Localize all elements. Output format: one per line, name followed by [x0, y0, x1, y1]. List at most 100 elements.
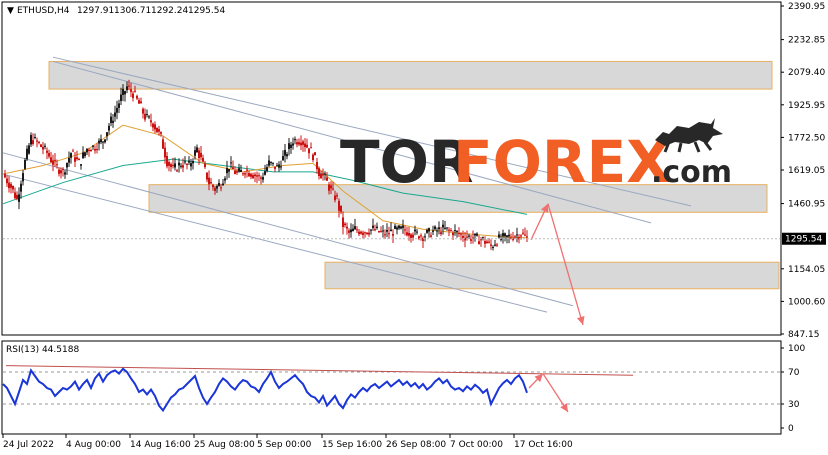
price-axis-label: 847.15	[788, 330, 820, 340]
candle-body	[318, 168, 320, 176]
candle-body	[316, 162, 318, 170]
candle-body	[16, 194, 18, 199]
candle-body	[146, 113, 148, 115]
candle-body	[442, 224, 444, 228]
candle-body	[432, 230, 434, 232]
candle-body	[166, 156, 168, 167]
candle-body	[138, 100, 140, 104]
candle-body	[270, 162, 272, 164]
candle-body	[212, 184, 214, 188]
candle-body	[196, 147, 198, 153]
candle-body	[80, 164, 82, 166]
candle-body	[514, 236, 516, 238]
candle-body	[282, 155, 284, 161]
candle-body	[106, 132, 108, 137]
candle-body	[362, 232, 364, 235]
candle-body	[122, 88, 124, 95]
candle-body	[250, 173, 252, 177]
rsi-pane[interactable]	[1, 340, 782, 435]
candle-body	[182, 165, 184, 168]
candle-body	[190, 163, 192, 167]
candle-body	[232, 167, 234, 170]
candle-body	[328, 184, 330, 191]
price-axis-label: 1619.05	[788, 166, 825, 176]
candle-body	[194, 150, 196, 156]
candle-body	[118, 103, 120, 108]
candle-body	[274, 166, 276, 169]
candle-body	[132, 93, 134, 99]
rsi-axis-label: 30	[788, 400, 800, 410]
candle-body	[254, 174, 256, 177]
candle-body	[412, 234, 414, 238]
candle-body	[40, 144, 42, 147]
candle-body	[526, 236, 528, 238]
time-axis-label: 5 Sep 00:00	[257, 440, 312, 450]
candle-body	[44, 145, 46, 147]
candle-body	[388, 233, 390, 235]
candle-body	[500, 239, 502, 241]
candle-body	[468, 235, 470, 237]
candle-body	[346, 226, 348, 229]
candle-body	[216, 186, 218, 189]
candle-body	[280, 166, 282, 168]
candle-body	[524, 234, 526, 236]
high-value: 1306.71	[114, 6, 151, 16]
candle-body	[462, 235, 464, 238]
candle-body	[350, 229, 352, 233]
candle-body	[446, 227, 448, 229]
candle-body	[402, 225, 404, 228]
candle-body	[266, 167, 268, 171]
candle-body	[466, 236, 468, 238]
candle-body	[496, 244, 498, 246]
candle-body	[226, 167, 228, 174]
time-axis-label: 7 Oct 00:00	[450, 440, 503, 450]
candle-body	[124, 91, 126, 95]
candle-body	[160, 132, 162, 134]
candle-body	[206, 172, 208, 180]
candle-body	[430, 235, 432, 237]
candle-body	[64, 172, 66, 175]
candle-body	[452, 232, 454, 236]
candle-body	[342, 217, 344, 228]
candle-body	[68, 158, 70, 163]
candle-body	[144, 113, 146, 120]
candle-body	[70, 153, 72, 158]
candle-body	[172, 164, 174, 166]
price-axis-label: 1772.50	[788, 133, 825, 143]
trading-chart: 2390.95 2232.85 2079.40 1925.95 1772.50 1619.…	[1, 1, 826, 450]
candle-body	[62, 169, 64, 171]
candle-body	[332, 188, 334, 190]
candle-body	[290, 144, 292, 148]
price-axis-label: 1000.60	[788, 297, 825, 307]
price-axis-label: 2079.40	[788, 68, 825, 78]
candle-body	[404, 229, 406, 231]
logo-forex: FOREX	[453, 128, 671, 196]
candle-body	[76, 157, 78, 160]
candle-body	[488, 241, 490, 243]
candle-body	[228, 169, 230, 172]
candle-body	[114, 112, 116, 117]
candle-body	[392, 233, 394, 236]
candle-body	[220, 187, 222, 189]
candle-body	[310, 147, 312, 149]
candle-body	[24, 160, 26, 169]
dropdown-arrow-icon[interactable]: ▼	[7, 6, 14, 16]
candle-body	[484, 241, 486, 244]
candle-body	[78, 159, 80, 161]
candle-body	[458, 233, 460, 235]
candle-body	[32, 140, 34, 144]
candle-body	[246, 169, 248, 171]
candle-body	[286, 154, 288, 157]
candle-body	[134, 90, 136, 92]
candle-body	[242, 173, 244, 175]
candle-body	[336, 195, 338, 197]
candle-body	[416, 231, 418, 233]
candle-body	[370, 229, 372, 231]
candle-body	[244, 173, 246, 175]
current-price-label: 1295.54	[785, 235, 822, 245]
candle-body	[50, 157, 52, 162]
candle-body	[372, 225, 374, 228]
rsi-axis-label: 0	[788, 424, 794, 434]
candle-body	[364, 232, 366, 234]
candle-body	[438, 227, 440, 230]
